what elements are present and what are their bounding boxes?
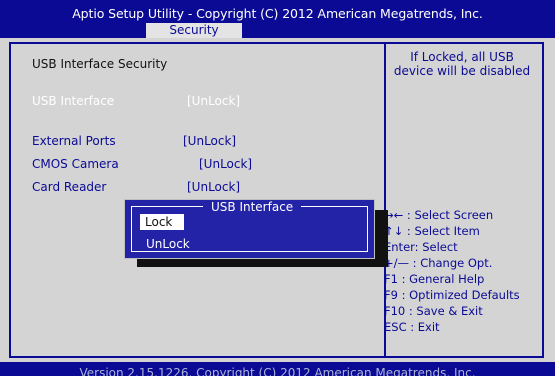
popup-option-lock[interactable]: Lock [140,214,184,230]
option-value-card-reader[interactable]: [UnLock] [187,180,240,194]
footer-version: Version 2.15.1226. Copyright (C) 2012 Am… [0,362,555,376]
key-help-list: →← : Select Screen ↑↓ : Select Item Ente… [384,207,520,335]
key-help-select-item: ↑↓ : Select Item [384,224,480,238]
key-help-save-exit: F10 : Save & Exit [384,304,483,318]
option-value-cmos-camera[interactable]: [UnLock] [199,157,252,171]
option-label-card-reader[interactable]: Card Reader [32,180,106,194]
option-value-external-ports[interactable]: [UnLock] [183,134,236,148]
option-label-usb-interface[interactable]: USB Interface [32,94,114,108]
option-value-usb-interface[interactable]: [UnLock] [187,94,240,108]
option-label-external-ports[interactable]: External Ports [32,134,116,148]
option-label-cmos-camera[interactable]: CMOS Camera [32,157,119,171]
popup-title: USB Interface [203,200,302,214]
help-description: If Locked, all USB device will be disabl… [393,50,531,78]
section-title: USB Interface Security [32,57,168,71]
key-help-select-screen: →← : Select Screen [384,208,494,222]
key-help-optimized-defaults: F9 : Optimized Defaults [384,288,520,302]
key-help-enter: Enter: Select [384,240,458,254]
key-help-exit: ESC : Exit [384,320,440,334]
key-help-change-opt: +/— : Change Opt. [384,256,493,270]
app-title: Aptio Setup Utility - Copyright (C) 2012… [72,6,483,21]
key-help-general-help: F1 : General Help [384,272,485,286]
tab-security[interactable]: Security [146,23,242,38]
popup-option-unlock[interactable]: UnLock [146,237,190,251]
title-bar: Aptio Setup Utility - Copyright (C) 2012… [0,0,555,38]
